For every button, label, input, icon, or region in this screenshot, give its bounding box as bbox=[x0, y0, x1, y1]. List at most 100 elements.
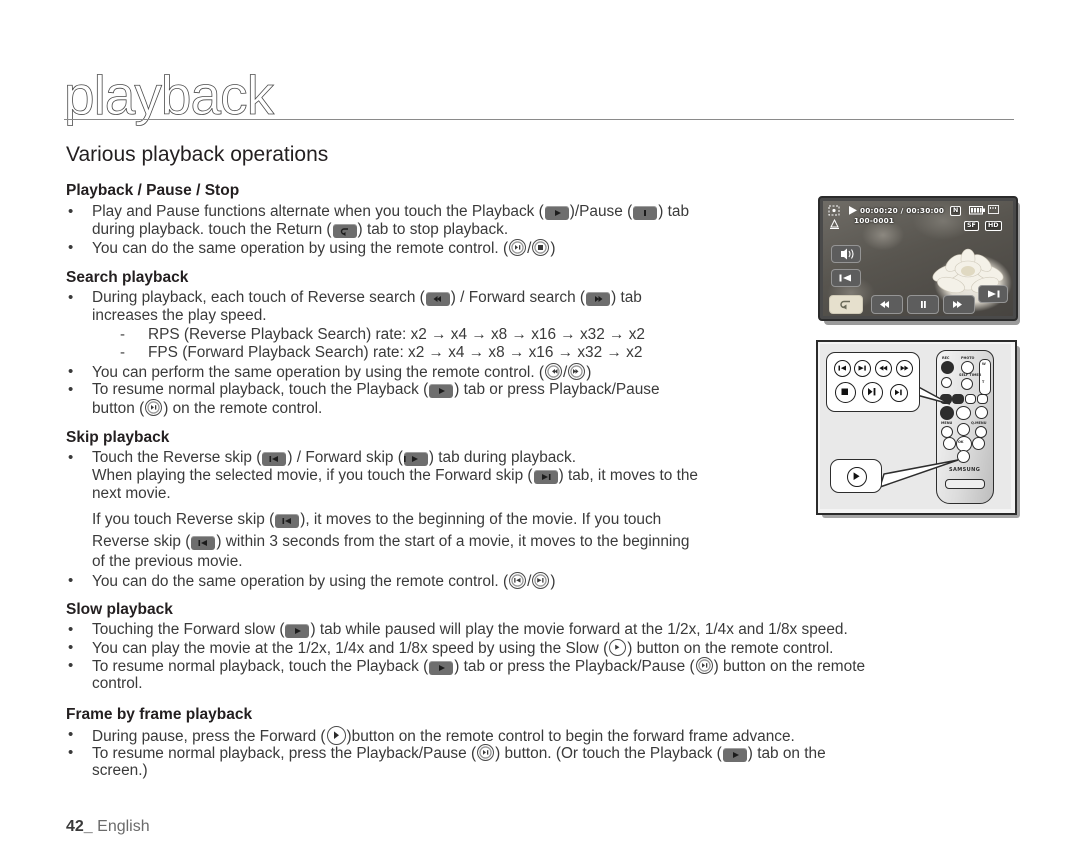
paragraph-line: During playback, each touch of Reverse s… bbox=[92, 289, 642, 308]
text-run: ) / Forward skip ( bbox=[287, 449, 403, 466]
badge-n: N bbox=[950, 206, 962, 216]
fast-forward-remote-icon bbox=[568, 363, 586, 380]
page-title: playback bbox=[64, 64, 275, 126]
play-pause-remote-icon bbox=[509, 239, 527, 256]
lcd-pause-tab[interactable] bbox=[907, 295, 939, 314]
play-pause-button[interactable] bbox=[956, 406, 971, 420]
section-title: Various playback operations bbox=[66, 143, 329, 166]
callout-forward-frame-icon bbox=[847, 467, 867, 487]
text-run: ) bbox=[550, 240, 556, 257]
nav-up-button[interactable] bbox=[957, 423, 970, 436]
callout-slow-icon bbox=[890, 384, 908, 402]
subheading-search-playback: Search playback bbox=[66, 269, 189, 286]
callout-forward-frame-button bbox=[830, 459, 882, 493]
text-run: ) bbox=[586, 364, 592, 381]
bullet-marker: • bbox=[68, 363, 74, 380]
paragraph-line: RPS (Reverse Playback Search) rate: x2 →… bbox=[148, 326, 645, 345]
text-run: next movie. bbox=[92, 485, 171, 502]
slow-remote-icon bbox=[609, 639, 627, 656]
subheading-skip-playback: Skip playback bbox=[66, 429, 170, 446]
paragraph-line: control. bbox=[92, 675, 142, 694]
rewind-button[interactable] bbox=[965, 394, 976, 404]
nav-right-button[interactable] bbox=[972, 437, 985, 450]
paragraph-line: To resume normal playback, touch the Pla… bbox=[92, 381, 660, 400]
text-run: Touch the Reverse skip ( bbox=[92, 449, 262, 466]
paragraph-line: button ( ) on the remote control. bbox=[92, 399, 322, 419]
label-menu: MENU bbox=[941, 421, 953, 425]
lcd-bezel: 00:00:20 / 00:30:00 100-0001 N SF HD bbox=[818, 196, 1018, 321]
display-button[interactable] bbox=[941, 377, 952, 388]
slow-button[interactable] bbox=[975, 406, 988, 419]
anti-shake-icon bbox=[830, 219, 839, 229]
fast-forward-button[interactable] bbox=[977, 394, 988, 404]
lcd-status-bar: 00:00:20 / 00:30:00 100-0001 N SF HD bbox=[828, 205, 1013, 239]
skip-back-button[interactable] bbox=[940, 394, 952, 404]
badge-hd: HD bbox=[985, 221, 1002, 231]
text-run: ) button on the remote bbox=[713, 658, 866, 675]
page-footer: 42_ English bbox=[66, 818, 150, 836]
text-run: button ( bbox=[92, 400, 145, 417]
paragraph-line: FPS (Forward Playback Search) rate: x2 →… bbox=[148, 344, 642, 363]
stop-button[interactable] bbox=[940, 406, 954, 420]
callout-stop-icon bbox=[835, 382, 856, 403]
slow-forward-tab-icon bbox=[285, 624, 310, 638]
label-t: T bbox=[982, 380, 985, 384]
lcd-return-tab[interactable] bbox=[829, 295, 863, 314]
dash-marker: - bbox=[120, 326, 125, 343]
forward-frame-remote-icon bbox=[326, 726, 346, 745]
text-run: You can do the same operation by using t… bbox=[92, 240, 509, 257]
label-ok: OK bbox=[958, 440, 964, 444]
brand-label: SAMSUNG bbox=[949, 467, 981, 473]
text-run: During pause, press the Forward ( bbox=[92, 728, 326, 745]
callout-transport-buttons bbox=[826, 352, 920, 412]
text-run: When playing the selected movie, if you … bbox=[92, 467, 533, 484]
paragraph-line: If you touch Reverse skip (), it moves t… bbox=[92, 511, 661, 530]
paragraph-line: Reverse skip () within 3 seconds from th… bbox=[92, 533, 689, 552]
text-run: / bbox=[563, 364, 568, 381]
text-run: To resume normal playback, press the Pla… bbox=[92, 745, 477, 762]
paragraph-line: Play and Pause functions alternate when … bbox=[92, 203, 689, 222]
skip-forward-button[interactable] bbox=[952, 394, 964, 404]
text-run: / bbox=[527, 573, 532, 590]
remote-body: REC PHOTO W T SELF TIMER MENU Q.MENU OK … bbox=[936, 350, 994, 504]
bullet-marker: • bbox=[68, 639, 74, 656]
lcd-rewind-tab[interactable] bbox=[871, 295, 903, 314]
text-run: ) on the remote control. bbox=[163, 400, 323, 417]
camcorder-lcd-figure: 00:00:20 / 00:30:00 100-0001 N SF HD bbox=[818, 196, 1020, 325]
text-run: ) tab or press Playback/Pause bbox=[454, 381, 660, 398]
paragraph-line: When playing the selected movie, if you … bbox=[92, 467, 698, 486]
rec-button[interactable] bbox=[941, 361, 954, 374]
lcd-fast-forward-tab[interactable] bbox=[943, 295, 975, 314]
text-run: screen.) bbox=[92, 762, 148, 779]
play-status-icon bbox=[849, 206, 857, 215]
play-tab-icon bbox=[722, 748, 747, 762]
bullet-marker: • bbox=[68, 726, 74, 743]
text-run: Touching the Forward slow ( bbox=[92, 621, 285, 638]
text-run: ) bbox=[550, 573, 556, 590]
skip-forward-remote-icon bbox=[532, 572, 550, 589]
lcd-skip-back-tab[interactable] bbox=[831, 269, 861, 287]
lcd-volume-tab[interactable] bbox=[831, 245, 861, 263]
self-timer-button[interactable] bbox=[961, 378, 973, 390]
text-run: You can play the movie at the 1/2x, 1/4x… bbox=[92, 640, 609, 657]
text-run: ) tab, it moves to the bbox=[558, 467, 698, 484]
bullet-marker: • bbox=[68, 289, 74, 306]
subheading-slow-playback: Slow playback bbox=[66, 601, 173, 618]
text-run: FPS (Forward Playback Search) rate: x2 →… bbox=[148, 344, 643, 361]
text-run: control. bbox=[92, 675, 143, 692]
paragraph-line: next movie. bbox=[92, 485, 171, 504]
skip-back-remote-icon bbox=[509, 572, 527, 589]
text-run: / bbox=[527, 240, 532, 257]
bullet-marker: • bbox=[68, 239, 74, 256]
footer-language: English bbox=[97, 818, 150, 835]
bullet-marker: • bbox=[68, 203, 74, 220]
paragraph-line: You can do the same operation by using t… bbox=[92, 572, 556, 592]
nav-down-button[interactable] bbox=[957, 450, 970, 463]
text-run: ) / Forward search ( bbox=[450, 289, 586, 306]
text-run: If you touch Reverse skip ( bbox=[92, 511, 275, 528]
label-rec: REC bbox=[942, 356, 950, 360]
bullet-marker: • bbox=[68, 572, 74, 589]
callout-fast-forward-icon bbox=[896, 360, 913, 377]
nav-left-button[interactable] bbox=[943, 437, 956, 450]
lcd-skip-forward-tab[interactable] bbox=[978, 285, 1008, 303]
